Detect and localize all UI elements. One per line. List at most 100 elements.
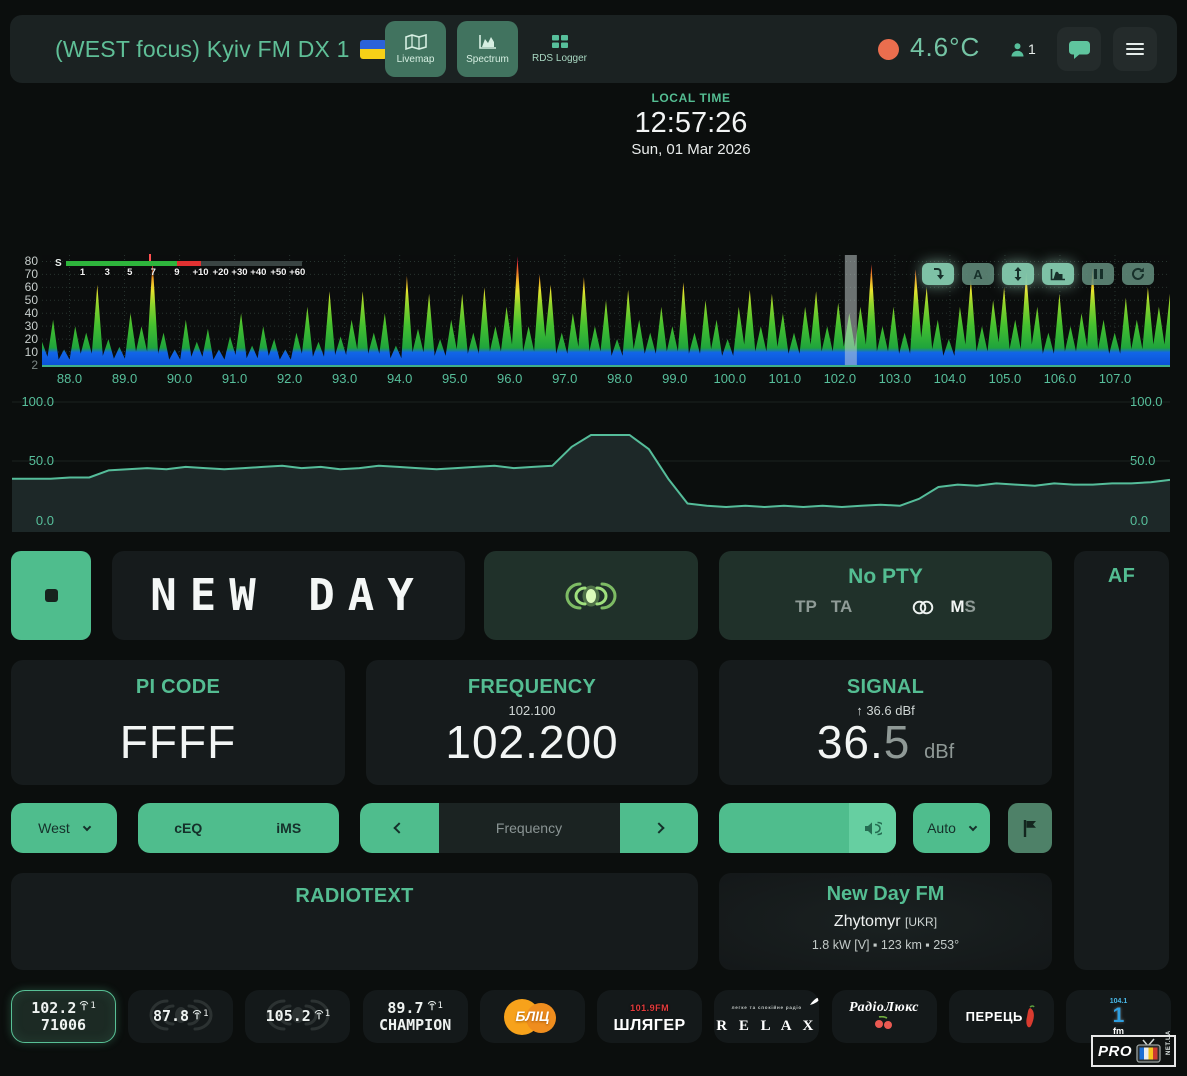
radio-lux-logo: РадіоЛюкс xyxy=(849,999,919,1035)
rds-ps-value: NEW DAY xyxy=(150,570,426,621)
header-bar: (WEST focus) Kyiv FM DX 1 Livemap Spectr… xyxy=(10,15,1177,83)
station-location: Zhytomyr [UKR] xyxy=(719,913,1052,931)
spectrum-chart-icon xyxy=(478,34,498,50)
chevron-down-icon xyxy=(83,822,91,830)
table-icon xyxy=(551,34,569,49)
station-country: [UKR] xyxy=(905,915,937,929)
tune-down-button[interactable] xyxy=(360,803,439,853)
pty-value: No PTY xyxy=(719,565,1052,589)
scan-mode-value: Auto xyxy=(927,820,956,836)
stereo-panel[interactable] xyxy=(484,551,698,640)
tv-icon xyxy=(1135,1038,1162,1064)
s-meter-label: S xyxy=(55,258,62,269)
volume-icon xyxy=(863,821,882,836)
frequency-panel[interactable]: FREQUENCY 102.100 102.200 xyxy=(366,660,698,785)
pi-code-label: PI CODE xyxy=(11,676,345,699)
weather-status-icon xyxy=(878,39,899,60)
preset-3-105.2[interactable]: 105.21 xyxy=(245,990,350,1043)
frequency-label: FREQUENCY xyxy=(366,676,698,699)
spectrum-hold-button[interactable] xyxy=(922,263,954,285)
volume-slider[interactable] xyxy=(719,803,896,853)
frequency-input[interactable] xyxy=(439,803,620,853)
ceq-button[interactable]: cEQ xyxy=(138,820,239,836)
antenna-select-value: West xyxy=(38,820,70,836)
preset-7-relax[interactable]: легке та спокійне радіоR E L A X xyxy=(714,990,819,1043)
tune-up-button[interactable] xyxy=(620,803,699,853)
s-meter-peak-marker xyxy=(149,254,152,261)
relax-logo: легке та спокійне радіоR E L A X xyxy=(716,999,817,1035)
preset-4-89.7[interactable]: 89.71CHAMPION xyxy=(363,990,468,1043)
s-meter: S 13579+10+20+30+40+50+60 xyxy=(66,257,302,283)
spectrum-button[interactable]: Spectrum xyxy=(457,21,518,77)
server-title: (WEST focus) Kyiv FM DX 1 xyxy=(55,36,350,63)
letter-a-icon: A xyxy=(973,267,982,282)
spectrum-pause-button[interactable] xyxy=(1082,263,1114,285)
stereo-circles-icon xyxy=(910,599,936,616)
blits-logo: БЛІЦ xyxy=(500,997,564,1037)
spectrum-refresh-button[interactable] xyxy=(1122,263,1154,285)
local-time-label: LOCAL TIME xyxy=(561,91,821,105)
livemap-button[interactable]: Livemap xyxy=(385,21,446,77)
listener-count: 1 xyxy=(1010,41,1036,57)
chevron-right-icon xyxy=(653,822,664,833)
chat-button[interactable] xyxy=(1057,27,1101,71)
preset-6-shlyager[interactable]: 101.9FMШЛЯГЕР xyxy=(597,990,702,1043)
map-icon xyxy=(405,34,427,50)
protv-logo: PRO NET.UA xyxy=(1091,1035,1176,1067)
tuner-status-button[interactable] xyxy=(11,551,91,640)
perets-logo: ПЕРЕЦЬ xyxy=(966,1004,1037,1030)
pi-code-panel: PI CODE FFFF xyxy=(11,660,345,785)
radiotext-panel: RADIOTEXT xyxy=(11,873,698,970)
preset-1-102.2[interactable]: 102.2171006 xyxy=(11,990,116,1043)
shlyager-logo: 101.9FMШЛЯГЕР xyxy=(613,1000,685,1034)
tp-flag: TP xyxy=(795,597,817,617)
signal-label: SIGNAL xyxy=(719,676,1052,699)
pause-icon xyxy=(1094,269,1097,279)
hamburger-icon xyxy=(1126,40,1144,58)
local-time-block: LOCAL TIME 12:57:26 Sun, 01 Mar 2026 xyxy=(561,91,821,158)
af-label: AF xyxy=(1074,565,1169,588)
preset-5-blits[interactable]: БЛІЦ xyxy=(480,990,585,1043)
tuner-square-icon xyxy=(45,589,58,602)
livemap-label: Livemap xyxy=(397,54,435,65)
menu-button[interactable] xyxy=(1113,27,1157,71)
ukraine-flag-icon xyxy=(360,40,387,59)
preset-9-perets[interactable]: ПЕРЕЦЬ xyxy=(949,990,1054,1043)
protv-text: PRO xyxy=(1098,1043,1132,1060)
protv-net-text: NET.UA xyxy=(1166,1047,1172,1055)
signal-history-graph xyxy=(12,396,1170,532)
rds-logger-button[interactable]: RDS Logger xyxy=(529,21,590,77)
preset-8-radio-lux[interactable]: РадіоЛюкс xyxy=(832,990,937,1043)
ms-flag: MS xyxy=(950,597,976,617)
temperature-value: 4.6°C xyxy=(910,32,980,63)
signal-panel: SIGNAL ↑ 36.6 dBf 36.5 dBf xyxy=(719,660,1052,785)
chat-icon xyxy=(1068,39,1091,60)
antenna-select[interactable]: West xyxy=(11,803,117,853)
one-fm-logo: 104.11fm xyxy=(1110,998,1128,1036)
report-button[interactable] xyxy=(1008,803,1052,853)
spectrum-vertical-zoom-button[interactable] xyxy=(1002,263,1034,285)
pty-panel: No PTY TP TA MS xyxy=(719,551,1052,640)
user-icon xyxy=(1010,42,1025,57)
ims-button[interactable]: iMS xyxy=(239,820,340,836)
stereo-indicator-icon xyxy=(563,578,619,614)
signal-value: 36.5 dBf xyxy=(719,718,1052,766)
listener-count-value: 1 xyxy=(1028,41,1036,57)
ta-flag: TA xyxy=(831,597,852,617)
flag-icon xyxy=(1022,819,1038,838)
spectrum-label: Spectrum xyxy=(466,54,509,65)
scan-mode-select[interactable]: Auto xyxy=(913,803,990,853)
preset-2-87.8[interactable]: 87.81 xyxy=(128,990,233,1043)
s-meter-bar xyxy=(66,261,302,266)
server-selector[interactable]: (WEST focus) Kyiv FM DX 1 xyxy=(55,15,404,83)
spectrum-fill-toggle-button[interactable] xyxy=(1042,263,1074,285)
eq-ims-toggle: cEQ iMS xyxy=(138,803,339,853)
af-panel: AF xyxy=(1074,551,1169,970)
pi-code-value: FFFF xyxy=(11,718,345,766)
frequency-value: 102.200 xyxy=(366,718,698,766)
station-name-panel: NEW DAY xyxy=(112,551,465,640)
spectrum-autoscale-button[interactable]: A xyxy=(962,263,994,285)
local-date-value: Sun, 01 Mar 2026 xyxy=(561,141,821,158)
station-name: New Day FM xyxy=(719,883,1052,906)
preset-row: 102.217100687.81105.2189.71CHAMPION БЛІЦ 1… xyxy=(11,990,1171,1043)
